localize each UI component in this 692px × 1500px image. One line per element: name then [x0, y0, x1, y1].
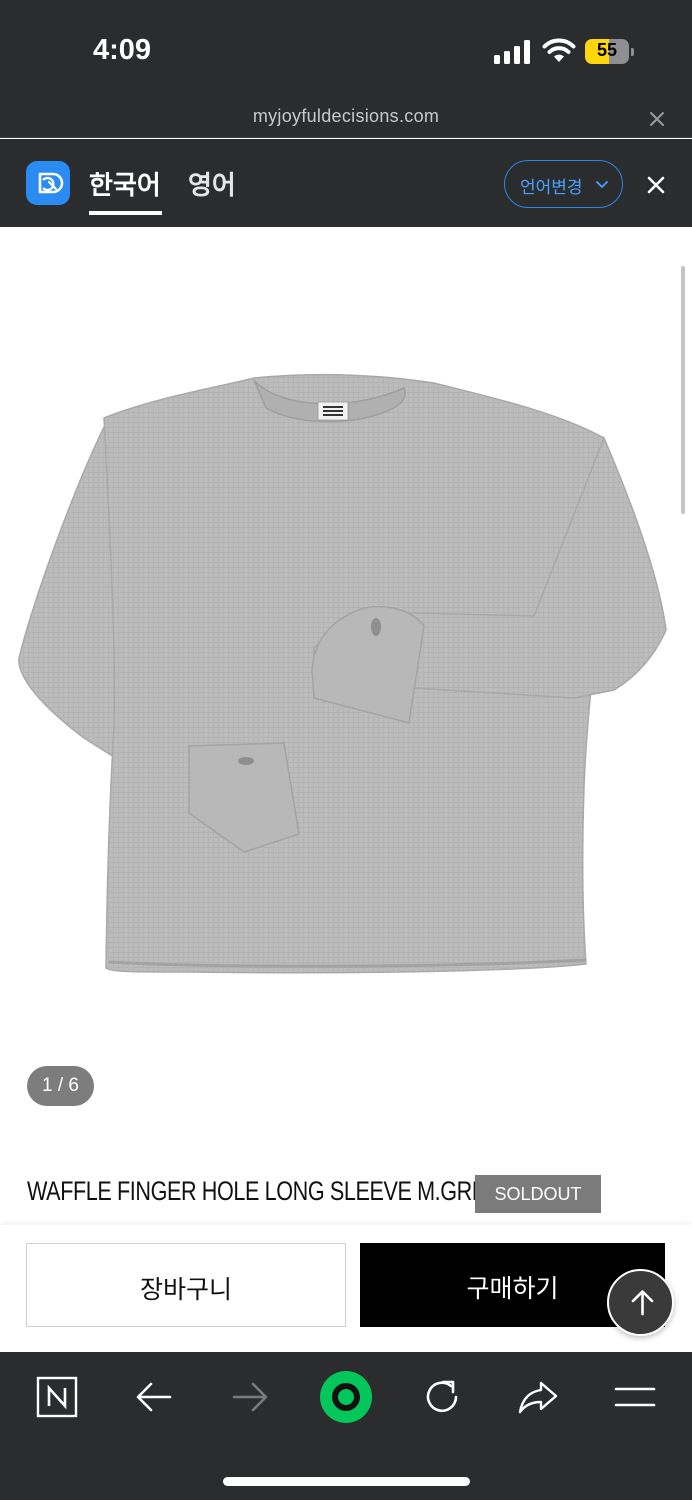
translate-bar: 한국어 영어 언어변경	[0, 139, 692, 227]
image-pager: 1 / 6	[27, 1066, 94, 1106]
cellular-signal-icon	[494, 40, 530, 64]
menu-icon[interactable]	[611, 1373, 659, 1421]
arrow-up-icon	[631, 1290, 654, 1316]
battery-level: 55	[596, 40, 618, 60]
product-image[interactable]	[14, 368, 670, 980]
battery-icon: 55	[585, 39, 634, 64]
selected-tab-indicator	[89, 211, 162, 215]
change-language-label: 언어변경	[520, 178, 583, 198]
add-to-cart-button[interactable]: 장바구니	[26, 1243, 346, 1327]
naver-n-icon[interactable]	[33, 1373, 81, 1421]
wifi-icon	[542, 38, 576, 62]
papago-logo-icon	[26, 161, 70, 205]
chevron-down-icon	[596, 181, 608, 189]
share-icon[interactable]	[514, 1373, 562, 1421]
tab-korean[interactable]: 한국어	[89, 165, 161, 202]
reload-icon[interactable]	[418, 1373, 466, 1421]
product-title: WAFFLE FINGER HOLE LONG SLEEVE M.GREY	[27, 1176, 500, 1206]
change-language-button[interactable]: 언어변경	[504, 160, 623, 208]
url-text[interactable]: myjoyfuldecisions.com	[0, 106, 692, 127]
home-indicator	[223, 1477, 470, 1486]
close-icon[interactable]	[647, 109, 667, 129]
forward-arrow-icon[interactable]	[226, 1373, 274, 1421]
status-bar: 4:09 55	[0, 0, 692, 100]
address-bar[interactable]: myjoyfuldecisions.com	[0, 100, 692, 138]
back-arrow-icon[interactable]	[130, 1373, 178, 1421]
scroll-to-top-button[interactable]	[607, 1269, 674, 1336]
green-home-icon[interactable]	[319, 1370, 373, 1424]
page-scrollbar[interactable]	[681, 266, 685, 514]
tab-english[interactable]: 영어	[188, 165, 236, 202]
status-time: 4:09	[93, 34, 152, 66]
soldout-badge: SOLDOUT	[475, 1175, 601, 1213]
close-translate-icon[interactable]	[644, 173, 668, 197]
